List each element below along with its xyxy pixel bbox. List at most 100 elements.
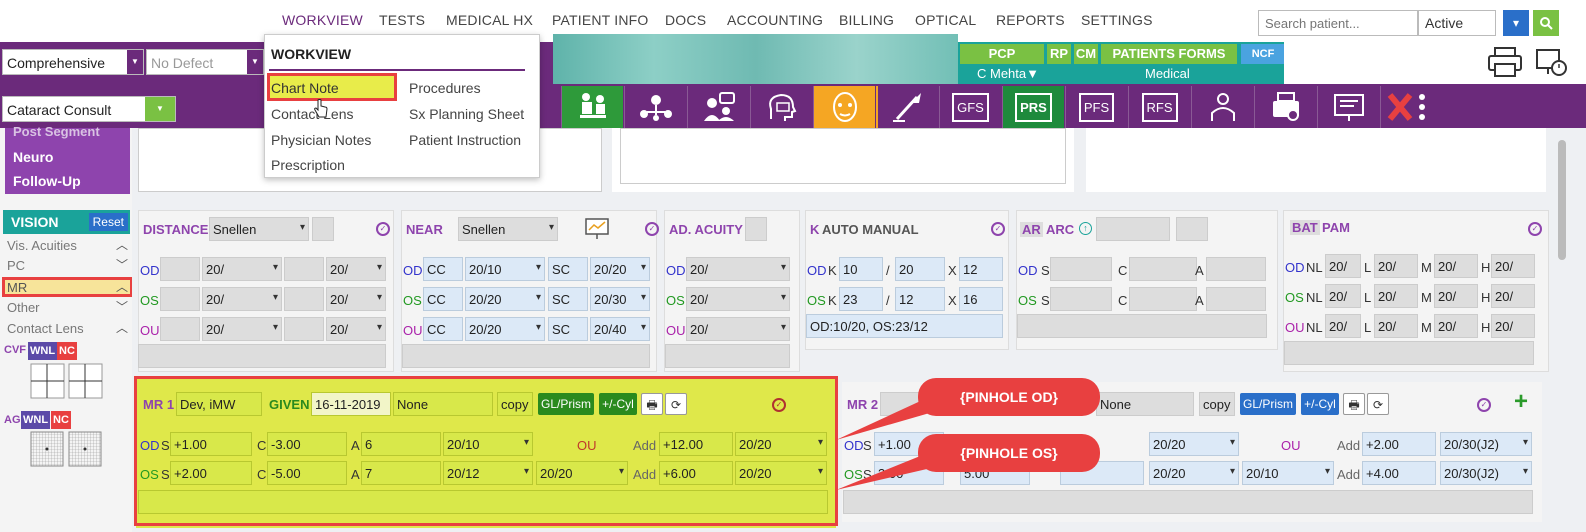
reset-button[interactable]: Reset — [88, 213, 128, 231]
bat-od-l-value[interactable]: 20/ — [1374, 254, 1418, 278]
near-od-cc-va[interactable]: 20/10 — [465, 257, 545, 281]
near-od-sc[interactable]: SC — [548, 257, 588, 281]
bat-ou-nl-value[interactable]: 20/ — [1325, 314, 1361, 338]
provider-name[interactable]: C Mehta▼ — [977, 66, 1039, 81]
k-os-value-1[interactable]: 23 — [839, 287, 883, 311]
menu-item-chart-note[interactable]: Chart Note — [271, 80, 339, 96]
bat-os-l-value[interactable]: 20/ — [1374, 284, 1418, 308]
near-ou-sc[interactable]: SC — [548, 317, 588, 341]
section-mr[interactable]: MR — [7, 280, 27, 295]
ar-od-cyl[interactable] — [1129, 257, 1197, 281]
ar-od-sphere[interactable] — [1050, 257, 1112, 281]
ar-os-cyl[interactable] — [1129, 287, 1197, 311]
exam-type-select[interactable]: Comprehensive ▼ — [2, 49, 144, 75]
left-nav-post-segment[interactable]: Post Segment — [13, 124, 100, 139]
mr2-glprism-button[interactable]: GL/Prism — [1240, 393, 1296, 415]
search-button[interactable] — [1533, 10, 1559, 36]
section-contact-lens[interactable]: Contact Lens — [7, 321, 84, 336]
mr2-od-add-va[interactable]: 20/30(J2) — [1440, 432, 1532, 456]
ag-nc-button[interactable]: NC — [51, 411, 71, 429]
distance-ou-field[interactable] — [160, 317, 200, 341]
arrow-up-circle-icon[interactable]: ↑ — [1079, 222, 1092, 235]
near-os-cc-va[interactable]: 20/20 — [465, 287, 545, 311]
presentation-toolbar-button[interactable] — [1317, 86, 1379, 128]
cvf-grid-icon[interactable] — [30, 363, 104, 399]
distance-os-field-2[interactable] — [284, 287, 324, 311]
amsler-grid-icon[interactable] — [30, 431, 102, 467]
mr2-check-icon[interactable]: ✓ — [1477, 398, 1491, 412]
nav-optical[interactable]: OPTICAL — [915, 12, 976, 28]
bat-check-icon[interactable]: ✓ — [1528, 222, 1542, 236]
nav-patient-info[interactable]: PATIENT INFO — [552, 12, 649, 28]
distance-os-field[interactable] — [160, 287, 200, 311]
acuity-od-select[interactable]: 20/ — [686, 257, 790, 281]
bat-ou-h-value[interactable]: 20/ — [1491, 314, 1535, 338]
mr2-copy-button[interactable]: copy — [1199, 392, 1235, 416]
ar-od-axis[interactable] — [1206, 257, 1266, 281]
acuity-ou-select[interactable]: 20/ — [686, 317, 790, 341]
fax-toolbar-button[interactable] — [1254, 86, 1316, 128]
mr2-od-add[interactable]: +2.00 — [1362, 432, 1436, 456]
add-plus-icon[interactable]: + — [1514, 390, 1528, 414]
mr2-ou-va[interactable]: 20/10 — [1242, 461, 1334, 485]
mr2-print-icon[interactable]: 🖶 — [1343, 393, 1365, 415]
rfs-toolbar-button[interactable]: RFS — [1128, 86, 1190, 128]
left-nav-neuro[interactable]: Neuro — [13, 149, 53, 165]
distance-os-va-select-2[interactable]: 20/ — [326, 287, 386, 311]
left-nav-follow-up[interactable]: Follow-Up — [13, 173, 81, 189]
acuity-extra-field[interactable] — [745, 217, 767, 241]
ar-os-axis[interactable] — [1206, 287, 1266, 311]
near-os-sc-va[interactable]: 20/30 — [590, 287, 650, 311]
close-toolbar-button[interactable] — [1380, 86, 1440, 128]
k-os-value-3[interactable]: 16 — [959, 287, 1003, 311]
notes-textarea-2[interactable] — [620, 128, 1066, 184]
ag-wnl-button[interactable]: WNL — [21, 411, 51, 429]
section-vis-acuities[interactable]: Vis. Acuities — [7, 238, 77, 253]
bat-os-nl-value[interactable]: 20/ — [1325, 284, 1361, 308]
cvf-nc-button[interactable]: NC — [57, 342, 77, 360]
bat-ou-m-value[interactable]: 20/ — [1434, 314, 1478, 338]
cvf-wnl-button[interactable]: WNL — [28, 342, 58, 360]
bat-od-h-value[interactable]: 20/ — [1491, 254, 1535, 278]
ncf-button[interactable]: NCF — [1241, 44, 1285, 64]
nav-tests[interactable]: TESTS — [379, 12, 425, 28]
k-od-value-2[interactable]: 20 — [895, 257, 945, 281]
scrollbar-thumb[interactable] — [1558, 140, 1566, 260]
ar-extra-field[interactable] — [1096, 217, 1170, 241]
distance-notes-field[interactable] — [138, 344, 386, 368]
menu-item-procedures[interactable]: Procedures — [409, 80, 481, 96]
rp-button[interactable]: RP — [1047, 44, 1071, 64]
mr2-notes-field[interactable] — [843, 490, 1533, 514]
distance-od-field-2[interactable] — [284, 257, 324, 281]
ar-os-sphere[interactable] — [1050, 287, 1112, 311]
nav-reports[interactable]: REPORTS — [996, 12, 1065, 28]
gfs-toolbar-button[interactable]: GFS — [939, 86, 1001, 128]
k-od-value-1[interactable]: 10 — [839, 257, 883, 281]
menu-item-sx-planning-sheet[interactable]: Sx Planning Sheet — [409, 106, 524, 122]
nav-medical-hx[interactable]: MEDICAL HX — [446, 12, 533, 28]
near-ou-cc-va[interactable]: 20/20 — [465, 317, 545, 341]
distance-od-va-select[interactable]: 20/ — [202, 257, 282, 281]
nav-settings[interactable]: SETTINGS — [1081, 12, 1153, 28]
distance-od-va-select-2[interactable]: 20/ — [326, 257, 386, 281]
near-ou-cc[interactable]: CC — [423, 317, 463, 341]
status-dropdown-button[interactable]: ▾ — [1503, 10, 1529, 36]
distance-check-icon[interactable]: ✓ — [376, 222, 390, 236]
distance-os-va-select[interactable]: 20/ — [202, 287, 282, 311]
mr2-os-add[interactable]: +4.00 — [1362, 461, 1436, 485]
patient-search-input[interactable] — [1258, 10, 1418, 36]
network-toolbar-button[interactable] — [624, 86, 686, 128]
pfs-toolbar-button[interactable]: PFS — [1065, 86, 1127, 128]
mr2-os-add-va[interactable]: 20/30(J2) — [1440, 461, 1532, 485]
ar-notes-field[interactable] — [1017, 314, 1267, 338]
k-check-icon[interactable]: ✓ — [991, 222, 1005, 236]
near-os-cc[interactable]: CC — [423, 287, 463, 311]
distance-ou-field-2[interactable] — [284, 317, 324, 341]
near-od-sc-va[interactable]: 20/20 — [590, 257, 650, 281]
history-toolbar-button[interactable] — [750, 86, 812, 128]
nav-workview[interactable]: WORKVIEW — [282, 12, 363, 28]
consult-toolbar-button[interactable] — [687, 86, 749, 128]
status-select[interactable]: Active — [1418, 10, 1496, 36]
ar-extra-field-2[interactable] — [1176, 217, 1208, 241]
prs-toolbar-button[interactable]: PRS — [1002, 86, 1064, 128]
